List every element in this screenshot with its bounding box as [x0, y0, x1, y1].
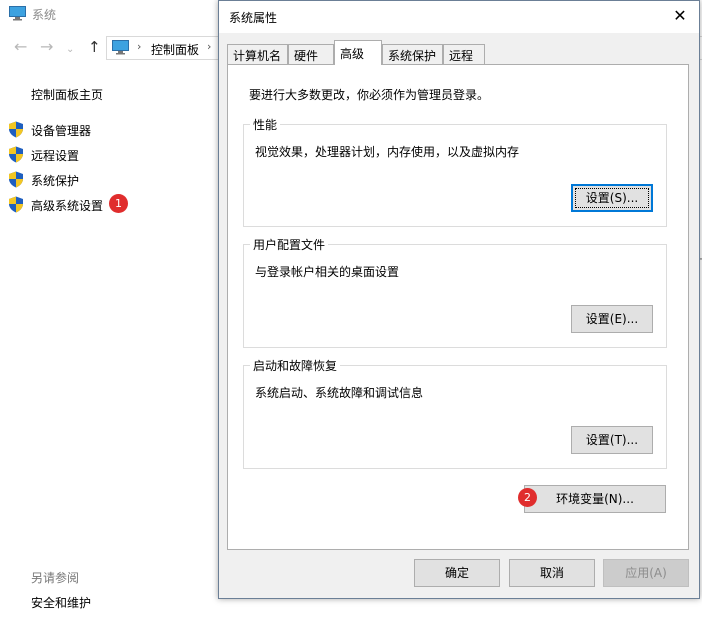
- forward-arrow-icon[interactable]: →: [40, 39, 53, 55]
- system-properties-dialog: 系统属性 ✕ 计算机名 硬件 高级 系统保护 远程 要进行大多数更改，你必须作为…: [218, 0, 700, 599]
- dialog-titlebar[interactable]: 系统属性 ✕: [219, 1, 699, 33]
- uac-shield-icon: [8, 121, 24, 141]
- ok-button[interactable]: 确定: [414, 559, 500, 587]
- control-panel-home-link[interactable]: 控制面板主页: [31, 86, 103, 103]
- close-icon[interactable]: ✕: [667, 5, 693, 27]
- admin-notice: 要进行大多数更改，你必须作为管理员登录。: [249, 88, 490, 102]
- button-label: 设置(S)...: [575, 188, 649, 208]
- group-legend: 性能: [250, 116, 281, 133]
- breadcrumb-control-panel[interactable]: 控制面板: [151, 41, 199, 58]
- security-maintenance-link[interactable]: 安全和维护: [31, 594, 91, 611]
- cancel-button[interactable]: 取消: [509, 559, 595, 587]
- tab-hardware[interactable]: 硬件: [288, 44, 334, 64]
- uac-shield-icon: [8, 146, 24, 166]
- recent-locations-chevron-icon[interactable]: ⌄: [66, 42, 74, 58]
- chevron-right-icon: ›: [137, 40, 142, 53]
- group-description: 与登录帐户相关的桌面设置: [255, 265, 400, 279]
- performance-group: 性能 视觉效果，处理器计划，内存使用，以及虚拟内存 设置(S)...: [243, 116, 667, 227]
- step-badge-2: 2: [518, 488, 537, 507]
- tab-remote[interactable]: 远程: [443, 44, 485, 64]
- step-badge-1: 1: [109, 194, 128, 213]
- advanced-tab-panel: 要进行大多数更改，你必须作为管理员登录。 性能 视觉效果，处理器计划，内存使用，…: [227, 64, 689, 550]
- tab-computer-name[interactable]: 计算机名: [227, 44, 288, 64]
- dialog-title: 系统属性: [229, 11, 278, 25]
- uac-shield-icon: [8, 196, 24, 216]
- sidebar-item-label: 设备管理器: [31, 124, 92, 138]
- back-arrow-icon[interactable]: ←: [14, 39, 27, 55]
- monitor-icon: [9, 6, 26, 24]
- tab-system-protection[interactable]: 系统保护: [382, 44, 443, 64]
- tab-advanced[interactable]: 高级: [334, 40, 382, 65]
- up-arrow-icon[interactable]: ↑: [88, 39, 101, 55]
- window-title: 系统: [32, 8, 57, 22]
- environment-variables-button[interactable]: 环境变量(N)...: [524, 485, 666, 513]
- startup-recovery-group: 启动和故障恢复 系统启动、系统故障和调试信息 设置(T)...: [243, 357, 667, 469]
- user-profiles-settings-button[interactable]: 设置(E)...: [571, 305, 653, 333]
- sidebar-item-label: 高级系统设置: [31, 199, 104, 213]
- chevron-right-icon: ›: [207, 40, 212, 53]
- group-legend: 用户配置文件: [250, 236, 329, 253]
- group-legend: 启动和故障恢复: [250, 357, 341, 374]
- sidebar-item-label: 系统保护: [31, 174, 80, 188]
- sidebar-item-label: 远程设置: [31, 149, 80, 163]
- see-also-heading: 另请参阅: [31, 571, 80, 585]
- user-profiles-group: 用户配置文件 与登录帐户相关的桌面设置 设置(E)...: [243, 236, 667, 348]
- performance-settings-button[interactable]: 设置(S)...: [571, 184, 653, 212]
- group-description: 视觉效果，处理器计划，内存使用，以及虚拟内存: [255, 145, 520, 159]
- startup-recovery-settings-button[interactable]: 设置(T)...: [571, 426, 653, 454]
- group-description: 系统启动、系统故障和调试信息: [255, 386, 424, 400]
- apply-button[interactable]: 应用(A): [603, 559, 689, 587]
- uac-shield-icon: [8, 171, 24, 191]
- monitor-icon: [112, 40, 129, 58]
